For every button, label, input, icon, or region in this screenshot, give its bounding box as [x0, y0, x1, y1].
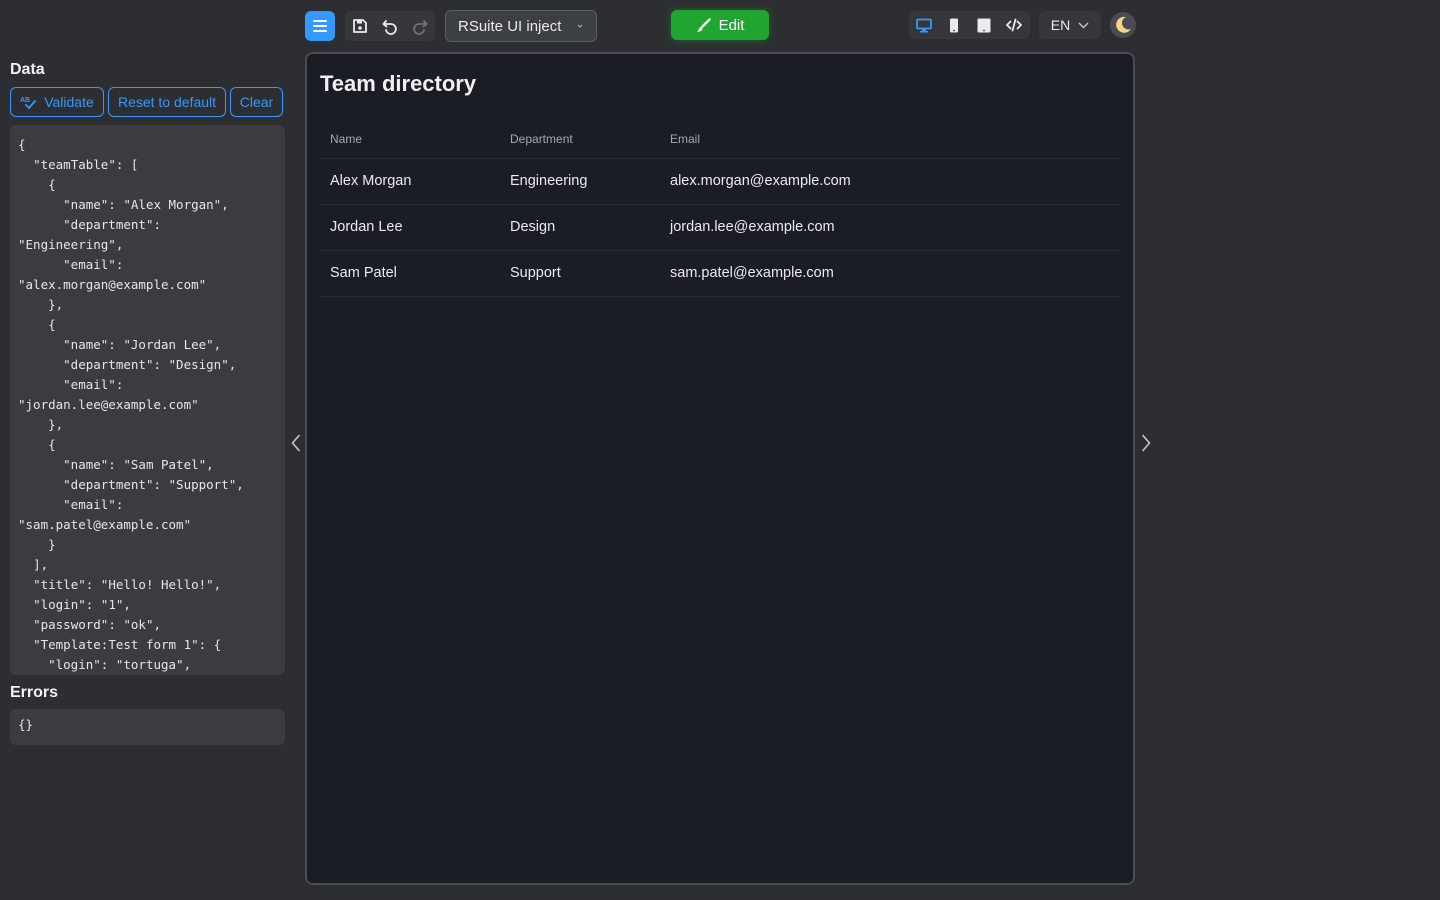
team-table: Name Department Email Alex Morgan Engine…: [320, 120, 1120, 297]
chevron-down-icon: [1078, 22, 1089, 28]
clear-label: Clear: [239, 94, 274, 110]
history-toolbar: [345, 11, 435, 41]
theme-toggle[interactable]: [1110, 12, 1136, 38]
expand-right-panel[interactable]: [1138, 432, 1154, 454]
validate-button[interactable]: AB Validate: [10, 87, 104, 117]
menu-button[interactable]: [305, 11, 335, 41]
collapse-left-panel[interactable]: [288, 432, 304, 454]
project-select-value: RSuite UI inject: [458, 17, 562, 35]
cell-email: sam.patel@example.com: [660, 250, 1120, 297]
cell-name: Alex Morgan: [320, 158, 500, 205]
chevron-down-icon: [577, 24, 583, 28]
menu-icon: [313, 20, 327, 32]
redo-icon: [413, 20, 428, 35]
table-row[interactable]: Sam Patel Support sam.patel@example.com: [320, 250, 1120, 297]
chevron-left-icon: [291, 434, 301, 452]
project-select[interactable]: RSuite UI inject: [445, 10, 597, 42]
save-button[interactable]: [345, 11, 375, 41]
cell-department: Support: [500, 250, 660, 297]
errors-json-box[interactable]: {}: [10, 709, 285, 745]
data-json-text: { "teamTable": [ { "name": "Alex Morgan"…: [18, 137, 244, 672]
cell-email: alex.morgan@example.com: [660, 158, 1120, 205]
code-icon: [1006, 18, 1022, 32]
moon-icon: [1116, 16, 1131, 33]
edit-label: Edit: [718, 16, 745, 34]
cell-department: Engineering: [500, 158, 660, 205]
redo-button[interactable]: [405, 11, 435, 41]
data-heading: Data: [10, 61, 45, 78]
save-icon: [353, 19, 367, 33]
tablet-icon: [977, 18, 991, 32]
reset-label: Reset to default: [117, 94, 217, 110]
edit-button[interactable]: Edit: [671, 10, 769, 40]
validate-icon: AB: [20, 97, 37, 109]
validate-label: Validate: [44, 94, 94, 110]
mobile-view-button[interactable]: [939, 11, 969, 39]
tablet-view-button[interactable]: [969, 11, 999, 39]
cell-name: Sam Patel: [320, 250, 500, 297]
table-row[interactable]: Jordan Lee Design jordan.lee@example.com: [320, 204, 1120, 251]
language-select[interactable]: EN: [1039, 11, 1101, 39]
errors-text: {}: [18, 717, 34, 732]
column-header-email[interactable]: Email: [660, 120, 1120, 159]
device-toolbar: [909, 11, 1030, 39]
code-view-button[interactable]: [999, 11, 1029, 39]
cell-email: jordan.lee@example.com: [660, 204, 1120, 251]
top-toolbar: RSuite UI inject Edit EN: [0, 0, 1440, 52]
language-value: EN: [1050, 17, 1071, 33]
errors-heading: Errors: [10, 684, 59, 701]
cell-department: Design: [500, 204, 660, 251]
column-header-department[interactable]: Department: [500, 120, 660, 159]
reset-default-button[interactable]: Reset to default: [108, 87, 226, 117]
desktop-view-button[interactable]: [909, 11, 939, 39]
svg-text:AB: AB: [20, 97, 30, 104]
table-header-row: Name Department Email: [320, 120, 1120, 159]
desktop-icon: [916, 18, 932, 32]
brush-icon: [696, 17, 711, 32]
chevron-right-icon: [1141, 434, 1151, 452]
data-panel: Data AB Validate Reset to default Clear …: [10, 58, 285, 745]
data-json-editor[interactable]: { "teamTable": [ { "name": "Alex Morgan"…: [10, 125, 285, 675]
column-header-name[interactable]: Name: [320, 120, 500, 159]
data-actions: AB Validate Reset to default Clear: [10, 87, 285, 117]
cell-name: Jordan Lee: [320, 204, 500, 251]
mobile-icon: [950, 18, 958, 32]
undo-icon: [382, 20, 397, 35]
preview-canvas: Team directory Name Department Email Ale…: [305, 52, 1135, 885]
page-title: Team directory: [320, 71, 477, 96]
clear-button[interactable]: Clear: [230, 87, 283, 117]
table-row[interactable]: Alex Morgan Engineering alex.morgan@exam…: [320, 158, 1120, 205]
undo-button[interactable]: [375, 11, 405, 41]
